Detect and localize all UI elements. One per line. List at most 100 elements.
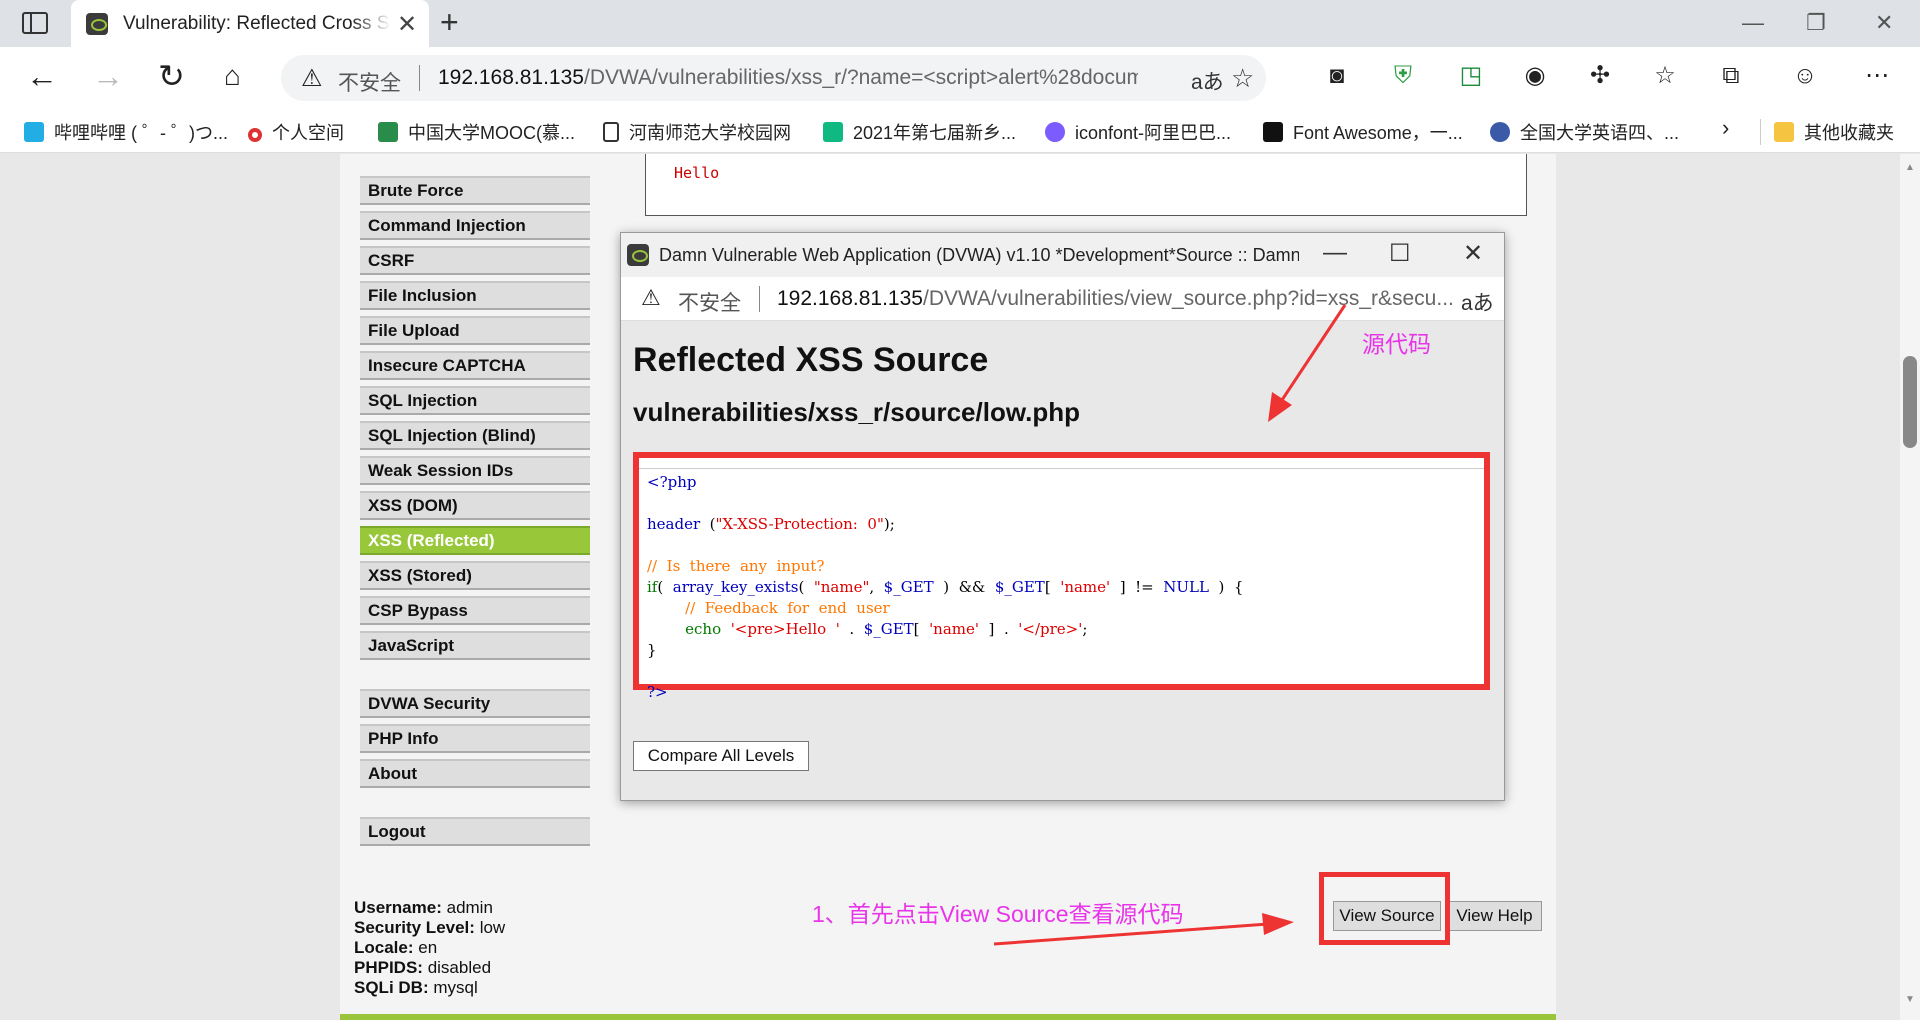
- popup-address-bar[interactable]: ⚠ 不安全 192.168.81.135/DVWA/vulnerabilitie…: [621, 277, 1504, 321]
- menu-xss-dom[interactable]: XSS (DOM): [360, 491, 590, 520]
- scroll-down-icon[interactable]: ▼: [1905, 994, 1915, 1005]
- menu-insecure-captcha[interactable]: Insecure CAPTCHA: [360, 351, 590, 380]
- warning-icon: ⚠: [301, 65, 323, 92]
- home-icon[interactable]: ⌂: [224, 59, 241, 93]
- menu-csp-bypass[interactable]: CSP Bypass: [360, 596, 590, 625]
- menu-sql-injection-blind[interactable]: SQL Injection (Blind): [360, 421, 590, 450]
- restore-icon[interactable]: ❐: [1806, 10, 1826, 36]
- browser-toolbar: ← → ↻ ⌂ ⚠ 不安全 192.168.81.135/DVWA/vulner…: [0, 47, 1920, 109]
- bookmark-item[interactable]: Font Awesome，一...: [1263, 119, 1463, 145]
- iconfont-icon: [1045, 122, 1065, 142]
- bookmark-item[interactable]: 全国大学英语四、...: [1490, 119, 1679, 145]
- bookmark-item[interactable]: 河南师范大学校园网: [603, 119, 791, 145]
- phpids-label: PHPIDS:: [354, 958, 423, 977]
- popup-minimize-icon[interactable]: —: [1323, 239, 1347, 267]
- tab-close-icon[interactable]: ✕: [397, 10, 417, 39]
- menu-about[interactable]: About: [360, 759, 590, 788]
- popup-title: Damn Vulnerable Web Application (DVWA) v…: [659, 245, 1299, 265]
- scrollbar-thumb[interactable]: [1903, 356, 1917, 448]
- read-aloud-icon[interactable]: aあ: [1191, 66, 1224, 96]
- address-bar[interactable]: ⚠ 不安全 192.168.81.135/DVWA/vulnerabilitie…: [281, 55, 1266, 101]
- bookmark-item[interactable]: 中国大学MOOC(慕...: [378, 119, 575, 145]
- extensions-puzzle-icon[interactable]: ✣: [1585, 61, 1615, 91]
- bookmarks-bar: 哔哩哔哩 ( ゜- ゜)つ... 个人空间 中国大学MOOC(慕... 河南师范…: [0, 109, 1920, 153]
- bookmark-item[interactable]: 2021年第七届新乡...: [823, 119, 1016, 145]
- extension-record-icon[interactable]: ◉: [1520, 61, 1550, 91]
- sqli-db-value: mysql: [433, 978, 478, 997]
- menu-dvwa-security[interactable]: DVWA Security: [360, 689, 590, 718]
- address-separator: [419, 65, 420, 91]
- popup-url-host: 192.168.81.135: [777, 287, 923, 310]
- profile-avatar[interactable]: ☺: [1790, 61, 1820, 91]
- add-favorite-icon[interactable]: ☆: [1231, 63, 1254, 94]
- tab-active[interactable]: Vulnerability: Reflected Cross Site Scri…: [71, 0, 429, 47]
- username-value: admin: [446, 898, 493, 917]
- phpids-value: disabled: [427, 958, 492, 977]
- compare-all-levels-button[interactable]: Compare All Levels: [633, 741, 809, 771]
- tab-actions-icon[interactable]: [22, 12, 48, 34]
- page-icon: [603, 122, 619, 142]
- menu-xss-stored[interactable]: XSS (Stored): [360, 561, 590, 590]
- menu-file-inclusion[interactable]: File Inclusion: [360, 281, 590, 310]
- menu-command-injection[interactable]: Command Injection: [360, 211, 590, 240]
- collections-icon[interactable]: ⧉: [1716, 61, 1746, 91]
- menu-weak-session-ids[interactable]: Weak Session IDs: [360, 456, 590, 485]
- more-menu-icon[interactable]: ⋯: [1862, 61, 1892, 91]
- source-popup-window: Damn Vulnerable Web Application (DVWA) v…: [620, 232, 1505, 801]
- menu-logout[interactable]: Logout: [360, 817, 590, 846]
- new-tab-icon[interactable]: +: [440, 4, 459, 41]
- forward-icon[interactable]: →: [92, 59, 124, 93]
- insecure-label: 不安全: [678, 292, 741, 315]
- url-path: /DVWA/vulnerabilities/xss_r/?name=<scrip…: [583, 66, 1138, 89]
- read-aloud-icon[interactable]: aあ: [1461, 287, 1494, 317]
- dvwa-favicon-icon: [627, 244, 649, 266]
- page-scrollbar[interactable]: ▲ ▼: [1900, 154, 1920, 1020]
- menu-csrf[interactable]: CSRF: [360, 246, 590, 275]
- menu-sql-injection[interactable]: SQL Injection: [360, 386, 590, 415]
- refresh-icon[interactable]: ↻: [158, 59, 185, 93]
- bookmark-item[interactable]: iconfont-阿里巴巴...: [1045, 119, 1231, 145]
- sqli-db-label: SQLi DB:: [354, 978, 429, 997]
- xss-output-text: Hello: [674, 164, 720, 182]
- back-icon[interactable]: ←: [26, 59, 58, 93]
- popup-close-icon[interactable]: ✕: [1463, 239, 1483, 268]
- popup-url-path: /DVWA/vulnerabilities/view_source.php?id…: [922, 287, 1454, 310]
- other-bookmarks-folder[interactable]: 其他收藏夹: [1774, 119, 1894, 145]
- insecure-label: 不安全: [338, 72, 401, 95]
- menu-xss-reflected[interactable]: XSS (Reflected): [360, 526, 590, 555]
- extension-mask-icon[interactable]: ◙: [1322, 61, 1352, 91]
- warning-icon: ⚠: [641, 285, 661, 310]
- menu-php-info[interactable]: PHP Info: [360, 724, 590, 753]
- minimize-icon[interactable]: —: [1742, 10, 1764, 36]
- close-window-icon[interactable]: ✕: [1875, 10, 1893, 36]
- source-code: <?php header ("X-XSS-Protection: 0"); //…: [639, 468, 1484, 701]
- dvwa-favicon-icon: [86, 13, 108, 35]
- scroll-up-icon[interactable]: ▲: [1905, 162, 1915, 173]
- url-text[interactable]: 192.168.81.135/DVWA/vulnerabilities/xss_…: [438, 66, 1138, 90]
- url-host: 192.168.81.135: [438, 66, 584, 89]
- favorites-icon[interactable]: ☆: [1650, 61, 1680, 91]
- xss-output-box: Hello: [645, 154, 1527, 216]
- view-source-highlight-box: [1319, 872, 1450, 945]
- cet-icon: [1490, 122, 1510, 142]
- menu-javascript[interactable]: JavaScript: [360, 631, 590, 660]
- font-awesome-flag-icon: [1263, 122, 1283, 142]
- popup-content: Reflected XSS Source vulnerabilities/xss…: [621, 321, 1504, 800]
- view-help-button[interactable]: View Help: [1447, 901, 1542, 931]
- locale-label: Locale:: [354, 938, 414, 957]
- bookmark-item[interactable]: 个人空间: [248, 119, 344, 145]
- extension-shield-icon[interactable]: ⛨: [1388, 61, 1418, 91]
- bookmark-item[interactable]: 哔哩哔哩 ( ゜- ゜)つ...: [24, 119, 228, 145]
- source-file-path: vulnerabilities/xss_r/source/low.php: [633, 397, 1080, 427]
- annotation-step1: 1、首先点击View Source查看源代码: [812, 901, 1184, 927]
- bookmarks-divider: [1760, 119, 1761, 145]
- user-info: Username: admin Security Level: low Loca…: [354, 898, 505, 998]
- menu-file-upload[interactable]: File Upload: [360, 316, 590, 345]
- s-app-icon: [823, 122, 843, 142]
- popup-url-text[interactable]: 192.168.81.135/DVWA/vulnerabilities/view…: [777, 287, 1457, 311]
- folder-icon: [1774, 122, 1794, 142]
- bookmarks-overflow-chevron-icon[interactable]: ›: [1722, 115, 1729, 141]
- extension-on-icon[interactable]: ◳: [1456, 61, 1486, 91]
- menu-brute-force[interactable]: Brute Force: [360, 176, 590, 205]
- popup-maximize-icon[interactable]: ☐: [1389, 239, 1411, 268]
